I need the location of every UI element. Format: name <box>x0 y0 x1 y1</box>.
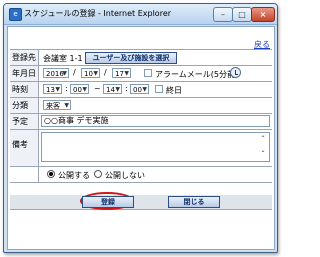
maximize-button[interactable]: □ <box>232 7 252 22</box>
browser-window: e スケジュールの登録 - Internet Explorer – □ × 戻る… <box>3 3 278 253</box>
time-separator: : <box>125 84 128 93</box>
month-value: 10 <box>84 70 93 78</box>
close-window-button[interactable]: × <box>251 7 275 22</box>
row-date: 年月日 2016 ▼ / 10 ▼ / 17 ▼ アラームメール(5分前) <box>10 66 272 82</box>
category-cell: 来客 ▼ <box>40 98 272 113</box>
allday-checkbox[interactable] <box>155 85 163 93</box>
year-value: 2016 <box>46 70 64 78</box>
day-value: 17 <box>115 70 124 78</box>
chevron-down-icon: ▼ <box>62 70 67 77</box>
category-value: 来客 <box>46 102 60 110</box>
notes-label: 備考 <box>10 130 39 166</box>
chevron-down-icon: ▼ <box>115 86 120 93</box>
private-radio[interactable] <box>94 170 102 178</box>
month-select[interactable]: 10 ▼ <box>81 68 100 78</box>
public-radio[interactable] <box>47 170 55 178</box>
chevron-down-icon: ▼ <box>64 102 69 109</box>
window-title: スケジュールの登録 - Internet Explorer <box>24 9 172 18</box>
time-cell: 13 ▼ : 00 ▼ ~ 14 ▼ : 00 ▼ 終日 <box>40 82 272 97</box>
notes-cell: ⌃ ⌄ <box>40 130 272 166</box>
allday-label: 終日 <box>166 86 182 95</box>
start-minute-select[interactable]: 00 ▼ <box>70 84 89 94</box>
button-bar: 登録 閉じる <box>10 192 272 210</box>
row-notes: 備考 ⌃ ⌄ <box>10 130 272 167</box>
end-minute-value: 00 <box>133 86 142 94</box>
row-registrant: 登録先 会議室 1-1 ユーザー及び施設を選択 <box>10 50 272 66</box>
clock-icon <box>230 67 241 78</box>
date-cell: 2016 ▼ / 10 ▼ / 17 ▼ アラームメール(5分前) <box>40 66 272 81</box>
subject-cell: ○○商事 デモ実施 <box>40 114 272 129</box>
chevron-down-icon: ▼ <box>142 86 147 93</box>
notes-textarea[interactable]: ⌃ ⌄ <box>41 132 270 162</box>
close-button[interactable]: 閉じる <box>168 196 220 208</box>
time-label: 時刻 <box>10 82 39 97</box>
date-label: 年月日 <box>10 66 39 81</box>
start-minute-value: 00 <box>73 86 82 94</box>
publish-label-cell <box>10 167 39 182</box>
end-hour-select[interactable]: 14 ▼ <box>103 84 122 94</box>
scroll-up-icon[interactable]: ⌃ <box>259 135 267 142</box>
subject-label: 予定 <box>10 114 39 129</box>
row-time: 時刻 13 ▼ : 00 ▼ ~ 14 ▼ : 00 ▼ 終日 <box>10 82 272 98</box>
day-select[interactable]: 17 ▼ <box>112 68 131 78</box>
start-hour-select[interactable]: 13 ▼ <box>43 84 62 94</box>
row-subject: 予定 ○○商事 デモ実施 <box>10 114 272 130</box>
chevron-down-icon: ▼ <box>55 86 60 93</box>
range-separator: ~ <box>94 84 101 93</box>
end-minute-select[interactable]: 00 ▼ <box>130 84 149 94</box>
time-separator: : <box>65 84 68 93</box>
start-hour-value: 13 <box>46 86 55 94</box>
dialog-content: 戻る 登録先 会議室 1-1 ユーザー及び施設を選択 年月日 2016 ▼ / 1… <box>7 26 275 250</box>
end-hour-value: 14 <box>106 86 115 94</box>
title-bar: e スケジュールの登録 - Internet Explorer – □ × <box>4 4 277 25</box>
alarm-mail-label: アラームメール(5分前) <box>155 70 239 79</box>
date-separator: / <box>104 68 107 77</box>
register-button[interactable]: 登録 <box>82 196 134 208</box>
row-publish: 公開する 公開しない <box>10 167 272 183</box>
chevron-down-icon: ▼ <box>82 86 87 93</box>
private-radio-label: 公開しない <box>105 171 145 180</box>
schedule-form: 登録先 会議室 1-1 ユーザー及び施設を選択 年月日 2016 ▼ / 10 ▼ … <box>10 49 272 183</box>
registrant-label: 登録先 <box>10 50 39 65</box>
select-users-facilities-button[interactable]: ユーザー及び施設を選択 <box>85 52 177 64</box>
category-label: 分類 <box>10 98 39 113</box>
alarm-mail-checkbox[interactable] <box>144 69 152 77</box>
subject-input[interactable]: ○○商事 デモ実施 <box>41 115 270 127</box>
chevron-down-icon: ▼ <box>93 70 98 77</box>
public-radio-label: 公開する <box>58 171 90 180</box>
minimize-button[interactable]: – <box>213 7 233 22</box>
registrant-cell: 会議室 1-1 ユーザー及び施設を選択 <box>40 50 272 65</box>
chevron-down-icon: ▼ <box>124 70 129 77</box>
date-separator: / <box>73 68 76 77</box>
category-select[interactable]: 来客 ▼ <box>43 100 71 110</box>
publish-cell: 公開する 公開しない <box>40 167 272 182</box>
registrant-value: 会議室 1-1 <box>43 54 83 63</box>
scroll-down-icon[interactable]: ⌄ <box>259 147 267 154</box>
row-category: 分類 来客 ▼ <box>10 98 272 114</box>
year-select[interactable]: 2016 ▼ <box>43 68 69 78</box>
ie-page-icon: e <box>9 8 22 21</box>
